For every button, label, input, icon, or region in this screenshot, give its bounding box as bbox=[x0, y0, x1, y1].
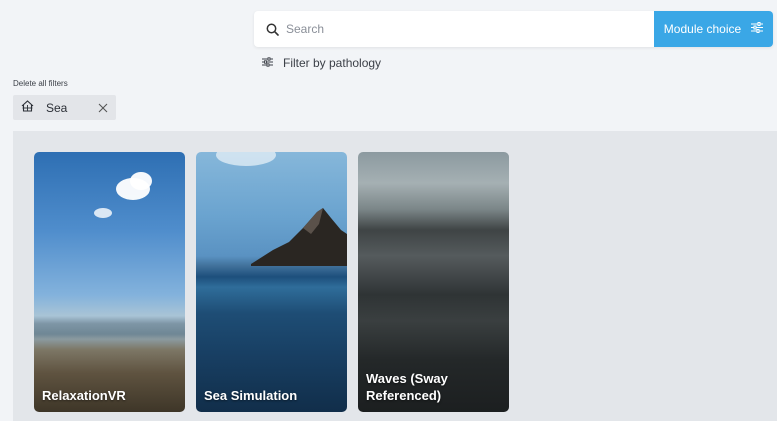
cloud-image bbox=[130, 172, 152, 190]
search-input[interactable] bbox=[286, 11, 654, 47]
filter-chip: Sea bbox=[13, 95, 116, 120]
cloud-image bbox=[216, 152, 276, 166]
sliders-icon bbox=[751, 22, 764, 36]
filter-chip-label: Sea bbox=[46, 100, 68, 115]
close-icon[interactable] bbox=[98, 103, 108, 113]
module-card-waves-sway-referenced[interactable]: Waves (Sway Referenced) bbox=[358, 152, 509, 412]
search-icon bbox=[254, 23, 286, 36]
cloud-image bbox=[94, 208, 112, 218]
filter-by-pathology-button[interactable]: Filter by pathology bbox=[262, 55, 381, 71]
module-card-title: Sea Simulation bbox=[204, 388, 298, 403]
module-grid: RelaxationVR Sea Simulation Waves (Sway … bbox=[13, 131, 777, 421]
home-icon bbox=[21, 100, 34, 115]
module-choice-button[interactable]: Module choice bbox=[654, 11, 773, 47]
module-card-title: RelaxationVR bbox=[42, 388, 126, 403]
delete-all-filters-link[interactable]: Delete all filters bbox=[13, 79, 68, 88]
module-card-sea-simulation[interactable]: Sea Simulation bbox=[196, 152, 347, 412]
mountain-image bbox=[251, 208, 347, 266]
sliders-icon bbox=[262, 56, 273, 70]
module-choice-label: Module choice bbox=[663, 22, 742, 36]
filter-by-pathology-label: Filter by pathology bbox=[283, 56, 382, 70]
module-card-title: Waves (Sway Referenced) bbox=[366, 371, 448, 403]
search-bar: Module choice bbox=[254, 11, 773, 47]
module-card-relaxationvr[interactable]: RelaxationVR bbox=[34, 152, 185, 412]
